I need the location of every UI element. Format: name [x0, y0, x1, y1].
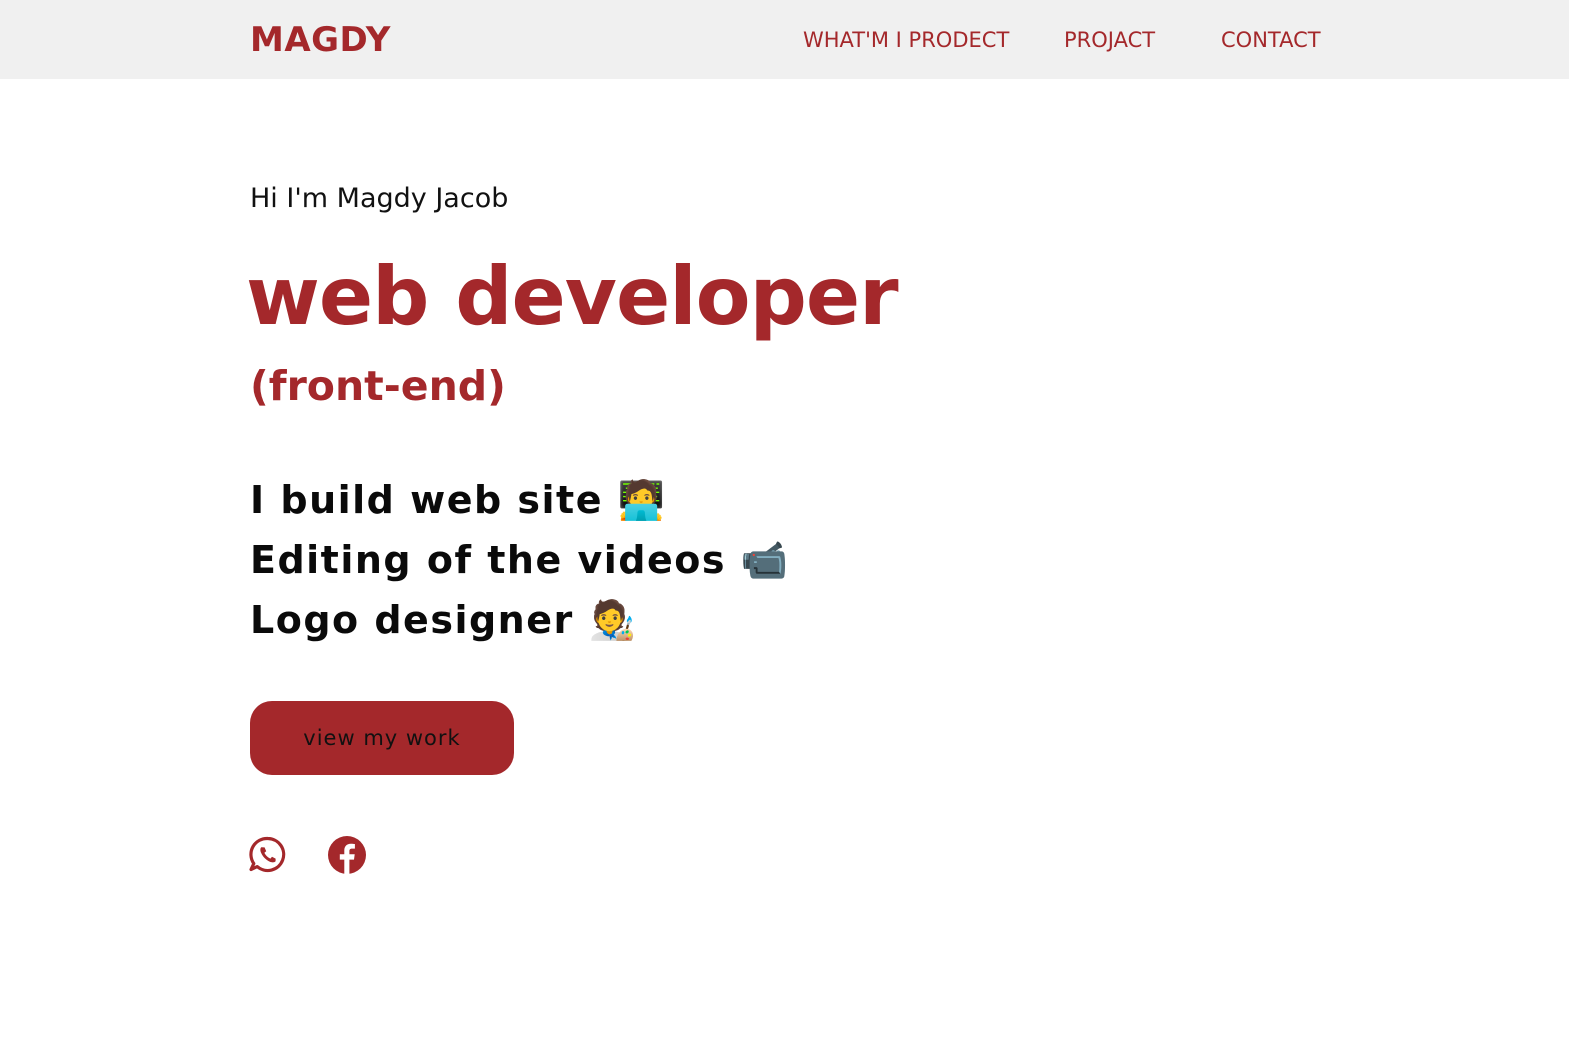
facebook-icon	[328, 836, 366, 874]
technologist-icon: 🧑‍💻	[617, 478, 667, 522]
nav-link-contact[interactable]: CONTACT	[1221, 28, 1321, 52]
role-subtitle: (front-end)	[250, 362, 506, 410]
skill-item: Logo designer 🧑‍🎨	[250, 598, 637, 643]
nav-link-project[interactable]: PROJACT	[1064, 28, 1155, 52]
whatsapp-link[interactable]	[248, 835, 288, 875]
skill-label: Editing of the videos	[250, 538, 726, 582]
role-title: web developer	[246, 250, 899, 343]
greeting-text: Hi I'm Magdy Jacob	[250, 183, 509, 214]
skill-item: I build web site 🧑‍💻	[250, 478, 667, 523]
whatsapp-icon	[249, 836, 286, 873]
skill-item: Editing of the videos 📹	[250, 538, 790, 583]
artist-icon: 🧑‍🎨	[588, 598, 638, 642]
facebook-link[interactable]	[327, 835, 367, 875]
skill-label: Logo designer	[250, 598, 574, 642]
skill-label: I build web site	[250, 478, 603, 522]
top-navbar: MAGDY WHAT'M I PRODECT PROJACT CONTACT	[0, 0, 1569, 79]
nav-link-what-i-product[interactable]: WHAT'M I PRODECT	[803, 28, 1009, 52]
brand-logo[interactable]: MAGDY	[250, 20, 391, 60]
view-my-work-button[interactable]: view my work	[250, 701, 514, 775]
video-camera-icon: 📹	[740, 538, 790, 582]
